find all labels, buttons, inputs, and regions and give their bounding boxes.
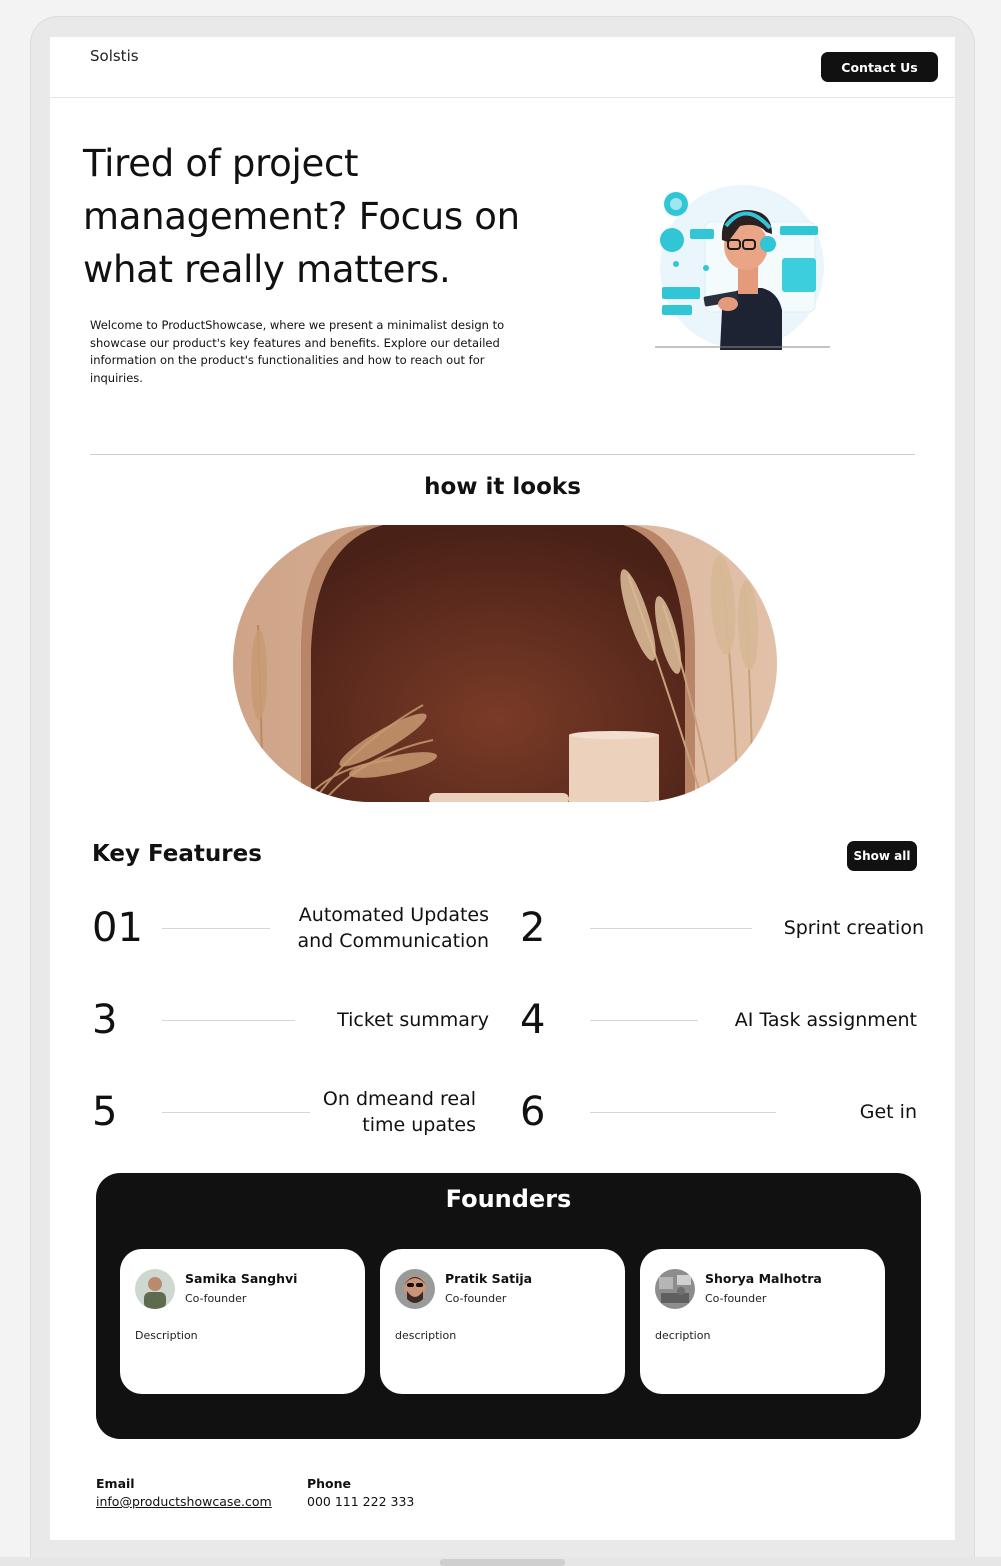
hero-illustration: [655, 185, 830, 350]
feature-line: [590, 928, 752, 929]
email-link[interactable]: info@productshowcase.com: [96, 1494, 272, 1509]
feature-line: [590, 1020, 698, 1021]
feature-line: [590, 1112, 776, 1113]
feature-number: 4: [520, 997, 546, 1043]
feature-label: AI Task assignment: [734, 1009, 917, 1031]
founders-section: Founders Samika Sanghvi Co-founder Descr…: [96, 1173, 921, 1439]
founder-description: decription: [655, 1329, 711, 1342]
founder-card[interactable]: Samika Sanghvi Co-founder Description: [120, 1249, 365, 1394]
top-nav: Solstis Contact Us: [50, 37, 955, 98]
brand-logo[interactable]: Solstis: [90, 47, 139, 65]
founder-role: Co-founder: [185, 1292, 247, 1305]
page: Solstis Contact Us Tired of project mana…: [50, 37, 955, 1540]
feature-label: Ticket summary: [337, 1009, 489, 1031]
founders-title: Founders: [445, 1185, 572, 1213]
hero-description: Welcome to ProductShowcase, where we pre…: [90, 318, 505, 385]
feature-item: 2 Sprint creation: [520, 893, 924, 963]
scroll-handle[interactable]: [440, 1559, 565, 1566]
phone-value: 000 111 222 333: [307, 1494, 415, 1509]
feature-line: [162, 1020, 295, 1021]
feature-label: Automated Updates and Communication: [297, 904, 489, 952]
feature-label: Sprint creation: [783, 917, 924, 939]
feature-number: 6: [520, 1089, 546, 1135]
founder-name: Shorya Malhotra: [705, 1271, 822, 1286]
feature-line: [162, 1112, 310, 1113]
email-label: Email: [96, 1476, 135, 1491]
feature-label: Get in: [859, 1101, 917, 1123]
feature-line: [162, 928, 270, 929]
feature-item: 5 On dmeand real time upates: [92, 1077, 476, 1147]
feature-number: 5: [92, 1089, 118, 1135]
feature-label: On dmeand real time upates: [322, 1088, 476, 1136]
feature-item: 01 Automated Updates and Communication: [92, 893, 489, 963]
avatar: [395, 1269, 435, 1309]
feature-item: 3 Ticket summary: [92, 985, 489, 1055]
feature-number: 3: [92, 997, 118, 1043]
features-title: Key Features: [92, 841, 262, 867]
showcase-title: how it looks: [424, 474, 581, 500]
feature-item: 4 AI Task assignment: [520, 985, 917, 1055]
founder-name: Pratik Satija: [445, 1271, 533, 1286]
founder-role: Co-founder: [705, 1292, 767, 1305]
feature-item: 6 Get in: [520, 1077, 917, 1147]
hero-title: Tired of project management? Focus on wh…: [83, 142, 520, 291]
founder-role: Co-founder: [445, 1292, 507, 1305]
phone-label: Phone: [307, 1476, 352, 1491]
feature-number: 01: [92, 905, 143, 951]
show-all-button[interactable]: Show all: [847, 841, 917, 871]
founder-card[interactable]: Pratik Satija Co-founder description: [380, 1249, 625, 1394]
founder-card[interactable]: Shorya Malhotra Co-founder decription: [640, 1249, 885, 1394]
avatar: [135, 1269, 175, 1309]
founder-name: Samika Sanghvi: [185, 1271, 298, 1286]
section-divider: [90, 454, 915, 455]
founder-description: Description: [135, 1329, 198, 1342]
feature-number: 2: [520, 905, 546, 951]
contact-us-button[interactable]: Contact Us: [821, 52, 938, 82]
showcase-image: [233, 525, 777, 802]
founder-description: description: [395, 1329, 457, 1342]
avatar: [655, 1269, 695, 1309]
